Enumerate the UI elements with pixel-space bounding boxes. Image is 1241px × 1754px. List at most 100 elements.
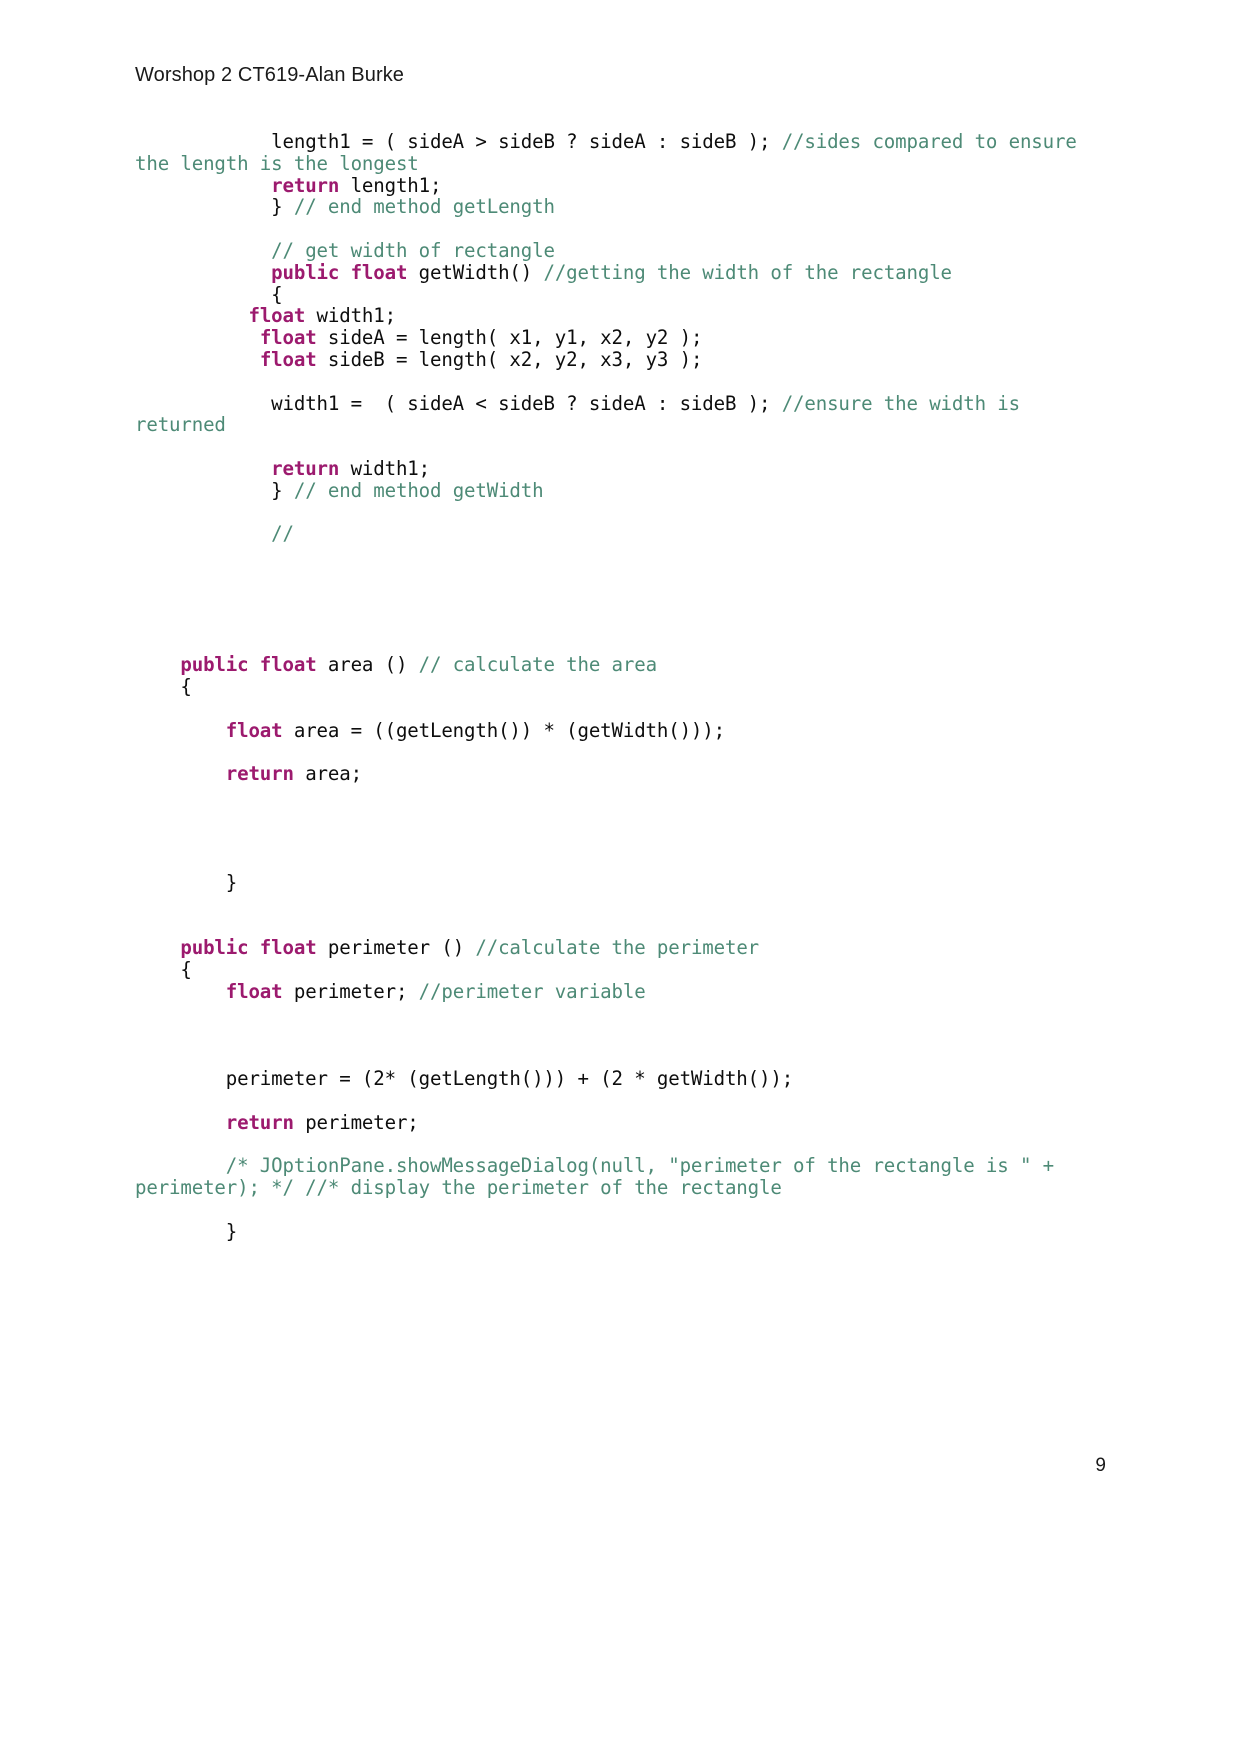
code-line: public float perimeter () //calculate th…: [135, 937, 1100, 959]
code-line: return length1;: [135, 173, 1100, 197]
code-text: perimeter = (2* (getLength())) + (2 * ge…: [225, 1067, 794, 1091]
code-line: public float area () // calculate the ar…: [135, 654, 1100, 676]
code-comment: //calculate the perimeter: [475, 936, 760, 960]
code-text: perimeter;: [282, 980, 419, 1004]
code-keyword: return: [271, 456, 340, 480]
code-text: area = ((getLength()) * (getWidth()));: [282, 718, 725, 742]
document-page: Worshop 2 CT619-Alan Burke length1 = ( s…: [0, 0, 1241, 1754]
page-header-title: Worshop 2 CT619-Alan Burke: [135, 64, 405, 86]
code-line: // get width of rectangle: [135, 240, 1100, 262]
code-text: getWidth(): [407, 260, 544, 284]
code-comment: // calculate the area: [418, 653, 657, 677]
code-line: float width1;: [135, 305, 1100, 327]
code-text: }: [225, 871, 238, 895]
code-keyword: public float: [180, 936, 317, 960]
code-line: }: [135, 1219, 1100, 1243]
code-text: width1 = ( sideA < sideB ? sideA : sideB…: [271, 391, 782, 415]
code-text: }: [271, 195, 294, 219]
code-line: {: [135, 959, 1100, 981]
code-keyword: float: [259, 347, 317, 371]
code-text: {: [180, 674, 192, 698]
code-text: sideA = length( x1, y1, x2, y2 );: [316, 326, 703, 350]
code-line: length1 = ( sideA > sideB ? sideA : side…: [135, 131, 1100, 175]
code-line: {: [135, 676, 1100, 698]
code-keyword: return: [225, 762, 294, 786]
code-text: {: [271, 282, 283, 306]
code-line: float sideB = length( x2, y2, x3, y3 );: [135, 349, 1100, 371]
code-keyword: return: [225, 1110, 294, 1134]
code-block: length1 = ( sideA > sideB ? sideA : side…: [135, 131, 1100, 1243]
code-keyword: public float: [271, 260, 408, 284]
code-text: sideB = length( x2, y2, x3, y3 );: [316, 347, 703, 371]
code-keyword: return: [271, 173, 340, 197]
code-text: length1 = ( sideA > sideB ? sideA : side…: [271, 130, 782, 153]
code-comment: //perimeter variable: [418, 980, 646, 1004]
code-line: perimeter = (2* (getLength())) + (2 * ge…: [135, 1068, 1100, 1090]
code-line: float area = ((getLength()) * (getWidth(…: [135, 718, 1100, 742]
code-text: width1;: [305, 304, 397, 328]
code-line: width1 = ( sideA < sideB ? sideA : sideB…: [135, 391, 1100, 437]
code-keyword: float: [259, 326, 317, 350]
code-text: area;: [293, 762, 362, 786]
code-text: }: [225, 1219, 238, 1243]
code-line: /* JOptionPane.showMessageDialog(null, "…: [135, 1155, 1100, 1199]
code-text: {: [180, 958, 192, 982]
code-line: } // end method getLength: [135, 196, 1100, 218]
code-line: float perimeter; //perimeter variable: [135, 981, 1100, 1003]
code-comment: // end method getWidth: [293, 478, 544, 502]
code-text: length1;: [339, 173, 442, 197]
page-number: 9: [1095, 1455, 1106, 1476]
code-text: width1;: [339, 456, 431, 480]
code-line: public float getWidth() //getting the wi…: [135, 260, 1100, 284]
code-line: {: [135, 282, 1100, 306]
code-line: } // end method getWidth: [135, 478, 1100, 502]
code-keyword: float: [225, 980, 283, 1004]
code-text: area (): [316, 653, 419, 677]
code-text: perimeter (): [316, 936, 476, 960]
code-line: return width1;: [135, 458, 1100, 480]
code-keyword: float: [225, 718, 283, 742]
code-text: perimeter;: [293, 1110, 419, 1134]
code-line: return perimeter;: [135, 1110, 1100, 1134]
code-comment: //getting the width of the rectangle: [543, 260, 952, 284]
code-line: return area;: [135, 763, 1100, 785]
code-line: //: [135, 523, 1100, 545]
